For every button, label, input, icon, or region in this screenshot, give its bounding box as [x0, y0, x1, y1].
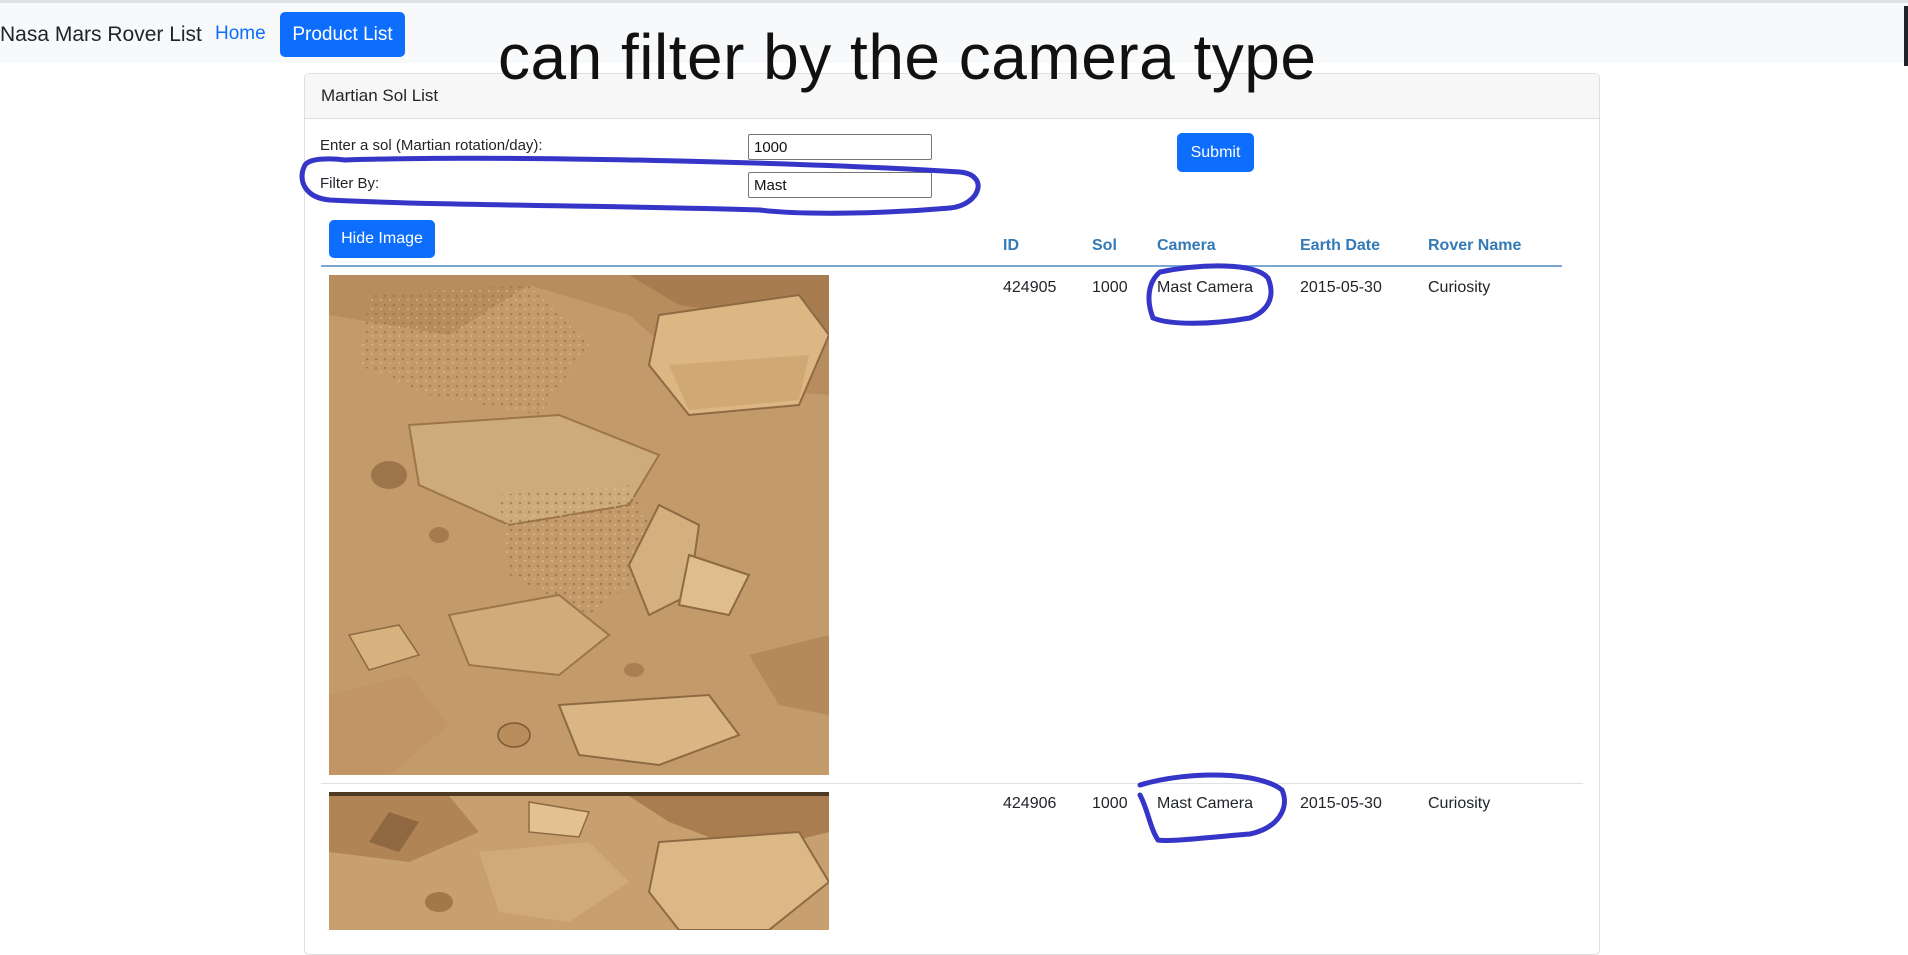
- mars-rover-photo: [329, 792, 829, 930]
- sol-input[interactable]: [748, 134, 932, 160]
- nav-link-product-list[interactable]: Product List: [280, 12, 405, 57]
- sol-input-label: Enter a sol (Martian rotation/day):: [320, 137, 543, 154]
- column-header-rover-name[interactable]: Rover Name: [1428, 237, 1521, 255]
- column-header-id[interactable]: ID: [1003, 237, 1019, 255]
- column-header-sol[interactable]: Sol: [1092, 237, 1117, 255]
- nav-link-home[interactable]: Home: [215, 23, 266, 45]
- cell-earth-date: 2015-05-30: [1300, 279, 1382, 296]
- cell-camera: Mast Camera: [1157, 795, 1254, 812]
- filter-input[interactable]: [748, 172, 932, 198]
- row-divider: [321, 783, 1583, 784]
- cell-sol: 1000: [1092, 795, 1128, 812]
- hide-image-button[interactable]: Hide Image: [329, 220, 435, 258]
- cell-earth-date: 2015-05-30: [1300, 795, 1382, 812]
- column-header-camera[interactable]: Camera: [1157, 237, 1216, 255]
- column-header-earth-date[interactable]: Earth Date: [1300, 237, 1380, 255]
- table-header-rule: [321, 265, 1562, 267]
- annotation-caption: can filter by the camera type: [498, 21, 1317, 93]
- cell-id: 424905: [1003, 279, 1057, 296]
- navbar-brand[interactable]: Nasa Mars Rover List: [0, 23, 202, 47]
- cell-id: 424906: [1003, 795, 1057, 812]
- cell-camera: Mast Camera: [1157, 279, 1254, 296]
- submit-button[interactable]: Submit: [1177, 133, 1254, 172]
- mars-rover-photo: [329, 275, 829, 775]
- cell-rover-name: Curiosity: [1428, 279, 1491, 296]
- card-title: Martian Sol List: [321, 86, 439, 105]
- filter-label: Filter By:: [320, 175, 380, 192]
- scrollbar[interactable]: [1904, 6, 1908, 66]
- cell-sol: 1000: [1092, 279, 1128, 296]
- cell-rover-name: Curiosity: [1428, 795, 1491, 812]
